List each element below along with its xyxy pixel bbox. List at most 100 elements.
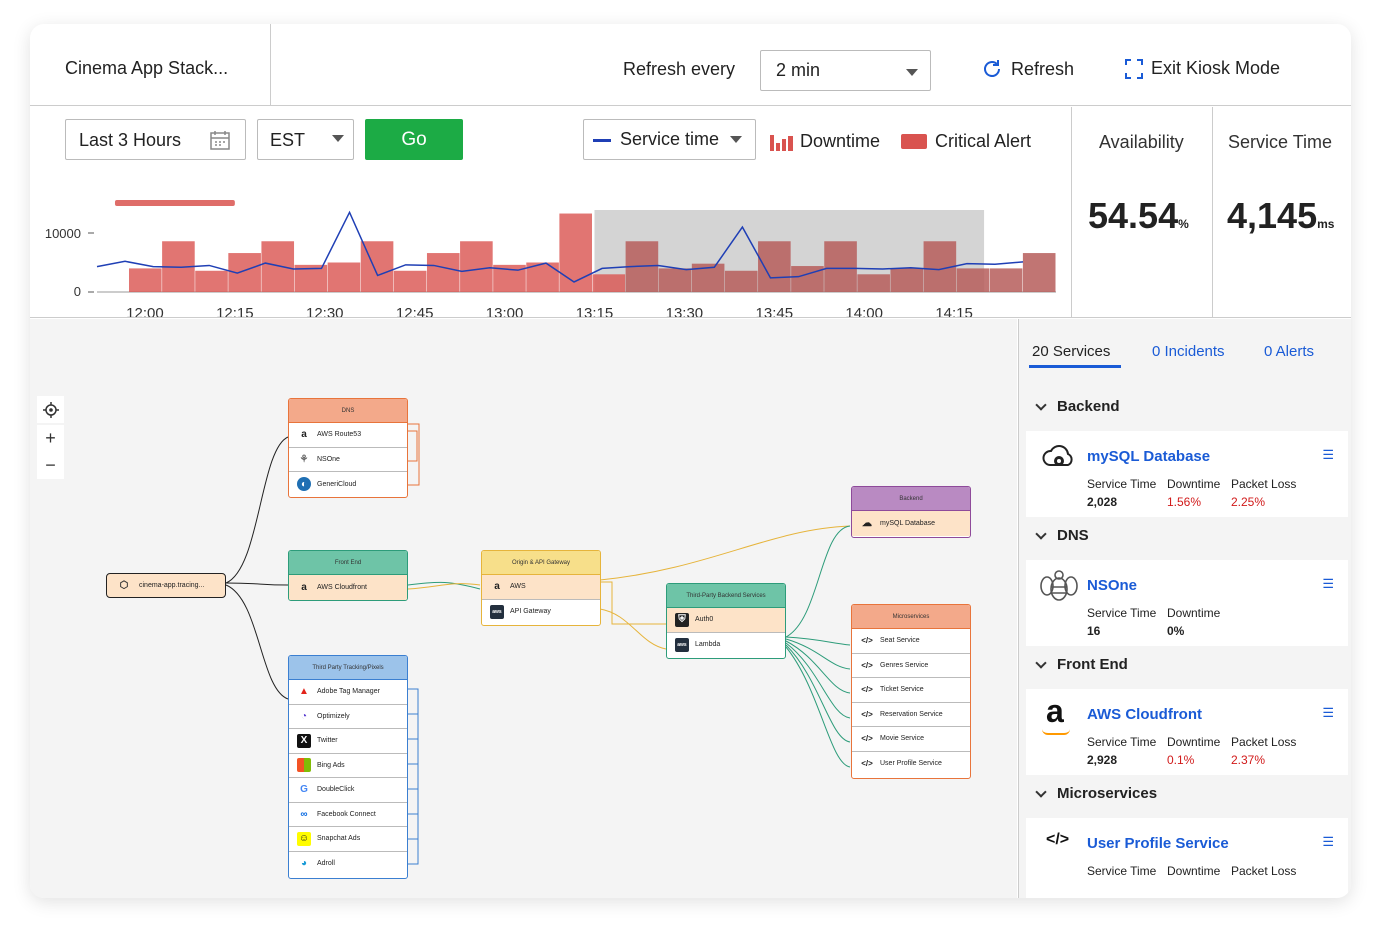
packet-loss-label: Packet Loss bbox=[1231, 864, 1297, 878]
code-icon: </> bbox=[1046, 831, 1070, 848]
downtime-bar bbox=[559, 213, 592, 292]
service-card-user-profile[interactable]: </> User Profile Service ☰ Service Time … bbox=[1026, 818, 1348, 898]
timezone-select[interactable]: EST bbox=[257, 119, 354, 160]
tab-services[interactable]: 20 Services bbox=[1032, 343, 1110, 360]
node-row[interactable]: ◕ Adroll bbox=[289, 852, 407, 877]
downtime-bar bbox=[956, 268, 990, 292]
legend-critical-label: Critical Alert bbox=[935, 131, 1032, 151]
services-panel: 20 Services 0 Incidents 0 Alerts Backend… bbox=[1018, 319, 1351, 898]
node-row[interactable]: </> Reservation Service bbox=[852, 703, 970, 727]
downtime-bar bbox=[460, 241, 493, 292]
time-range-select[interactable]: Last 3 Hours bbox=[65, 119, 246, 160]
packet-loss-label: Packet Loss bbox=[1231, 477, 1297, 491]
group-header-microservices[interactable]: Microservices bbox=[1035, 785, 1157, 802]
node-row[interactable]: X Twitter bbox=[289, 729, 407, 754]
time-range-value: Last 3 Hours bbox=[79, 130, 182, 150]
service-name[interactable]: mySQL Database bbox=[1087, 448, 1210, 465]
list-icon[interactable]: ☰ bbox=[1322, 576, 1334, 592]
node-origin-title: Origin & API Gateway bbox=[482, 551, 600, 575]
service-map[interactable]: + − ⬡ cinema-app.tracing... DNS a AWS Ro… bbox=[30, 319, 1017, 898]
tab-incidents[interactable]: 0 Incidents bbox=[1152, 343, 1225, 360]
legend-critical: Critical Alert bbox=[901, 131, 1031, 152]
node-row[interactable]: a AWS Cloudfront bbox=[289, 575, 407, 600]
node-row[interactable]: ⚘ NSOne bbox=[289, 448, 407, 472]
node-row[interactable]: ☺ Snapchat Ads bbox=[289, 827, 407, 852]
chevron-down-icon bbox=[1035, 785, 1047, 798]
node-row-label: User Profile Service bbox=[880, 760, 942, 768]
line-legend-icon bbox=[593, 139, 611, 142]
node-row[interactable]: ☁ mySQL Database bbox=[852, 511, 970, 536]
series-select[interactable]: Service time bbox=[583, 119, 756, 160]
top-bar: Cinema App Stack... Refresh every 2 min … bbox=[30, 24, 1351, 106]
exit-kiosk-button[interactable]: Exit Kiosk Mode bbox=[1125, 58, 1280, 79]
node-thirdparty-backend[interactable]: Third-Party Backend Services ⛨ Auth0 aws L… bbox=[666, 583, 786, 659]
node-row[interactable]: ▲ Adobe Tag Manager bbox=[289, 680, 407, 705]
node-row[interactable]: a AWS bbox=[482, 575, 600, 600]
service-name[interactable]: NSOne bbox=[1087, 577, 1137, 594]
downtime-bar bbox=[857, 274, 890, 292]
optimizely-icon: ◔ bbox=[300, 710, 308, 722]
cloud-gear-icon bbox=[1042, 445, 1073, 466]
node-row[interactable]: </> Movie Service bbox=[852, 727, 970, 752]
group-header-dns[interactable]: DNS bbox=[1035, 527, 1089, 544]
node-row[interactable]: </> Seat Service bbox=[852, 629, 970, 654]
legend-downtime-label: Downtime bbox=[800, 131, 881, 151]
node-row[interactable]: </> Ticket Service bbox=[852, 678, 970, 703]
service-card-mysql[interactable]: mySQL Database ☰ Service Time Downtime P… bbox=[1026, 431, 1348, 517]
service-card-cloudfront[interactable]: a AWS Cloudfront ☰ Service Time Downtime… bbox=[1026, 689, 1348, 775]
adobe-icon: ▲ bbox=[299, 686, 309, 698]
list-icon[interactable]: ☰ bbox=[1322, 447, 1334, 463]
node-row[interactable]: ⛨ Auth0 bbox=[667, 608, 785, 633]
aws-icon: aws bbox=[675, 637, 689, 652]
go-button[interactable]: Go bbox=[365, 119, 463, 160]
downtime-bar bbox=[890, 268, 924, 292]
node-row-label: Genres Service bbox=[880, 661, 929, 669]
node-row[interactable]: aws Lambda bbox=[667, 633, 785, 658]
node-origin[interactable]: Origin & API Gateway a AWS aws API Gateway bbox=[481, 550, 601, 626]
node-row[interactable]: ◔ Optimizely bbox=[289, 705, 407, 729]
group-header-frontend[interactable]: Front End bbox=[1035, 656, 1128, 673]
refresh-every-label: Refresh every bbox=[623, 59, 736, 79]
node-backend[interactable]: Backend ☁ mySQL Database bbox=[851, 486, 971, 538]
chevron-down-icon bbox=[1035, 527, 1047, 540]
node-dns-title: DNS bbox=[289, 399, 407, 423]
shield-icon: ⛨ bbox=[675, 612, 689, 627]
group-name: Front End bbox=[1057, 656, 1128, 673]
tab-alerts[interactable]: 0 Alerts bbox=[1264, 343, 1314, 360]
node-microservices[interactable]: Microservices </> Seat Service </> Genres … bbox=[851, 604, 971, 779]
node-dns[interactable]: DNS a AWS Route53 ⚘ NSOne ◐ GeneriCloud bbox=[288, 398, 408, 498]
node-frontend[interactable]: Front End a AWS Cloudfront bbox=[288, 550, 408, 601]
service-time-value: 16 bbox=[1087, 624, 1101, 638]
timeline-chart[interactable]: 0 10000 12:00 12:15 12:30 12:45 13:00 13:15 13:3… bbox=[30, 177, 1070, 317]
node-row-label: Bing Ads bbox=[317, 761, 345, 769]
adroll-icon: ◕ bbox=[300, 858, 308, 870]
node-row[interactable]: G DoubleClick bbox=[289, 778, 407, 803]
node-tracking[interactable]: Third Party Tracking/Pixels ▲ Adobe Tag M… bbox=[288, 655, 408, 879]
node-row[interactable]: ∞ Facebook Connect bbox=[289, 803, 407, 827]
downtime-bar bbox=[393, 270, 427, 292]
x-tick-label: 13:15 bbox=[576, 305, 614, 317]
amazon-icon: a bbox=[301, 429, 307, 441]
refresh-interval-select[interactable]: 2 min bbox=[760, 50, 931, 91]
refresh-button[interactable]: Refresh bbox=[981, 58, 1074, 80]
node-row[interactable]: Bing Ads bbox=[289, 754, 407, 778]
root-node[interactable]: ⬡ cinema-app.tracing... bbox=[106, 573, 226, 598]
availability-panel: Availability 54.54% bbox=[1071, 107, 1212, 318]
node-row[interactable]: a AWS Route53 bbox=[289, 423, 407, 448]
node-row[interactable]: aws API Gateway bbox=[482, 600, 600, 625]
list-icon[interactable]: ☰ bbox=[1322, 834, 1334, 850]
downtime-value: 1.56% bbox=[1167, 495, 1202, 509]
node-tracking-title: Third Party Tracking/Pixels bbox=[289, 656, 407, 680]
service-name[interactable]: AWS Cloudfront bbox=[1087, 706, 1202, 723]
downtime-bar bbox=[824, 241, 857, 292]
node-microservices-title: Microservices bbox=[852, 605, 970, 629]
node-row[interactable]: </> User Profile Service bbox=[852, 752, 970, 777]
chevron-down-icon bbox=[1035, 398, 1047, 411]
service-name[interactable]: User Profile Service bbox=[1087, 835, 1229, 852]
node-row[interactable]: </> Genres Service bbox=[852, 654, 970, 678]
list-icon[interactable]: ☰ bbox=[1322, 705, 1334, 721]
node-row[interactable]: ◐ GeneriCloud bbox=[289, 472, 407, 497]
group-header-backend[interactable]: Backend bbox=[1035, 398, 1120, 415]
service-card-nsone[interactable]: NSOne ☰ Service Time Downtime 16 0% bbox=[1026, 560, 1348, 646]
series-select-value: Service time bbox=[620, 129, 720, 149]
